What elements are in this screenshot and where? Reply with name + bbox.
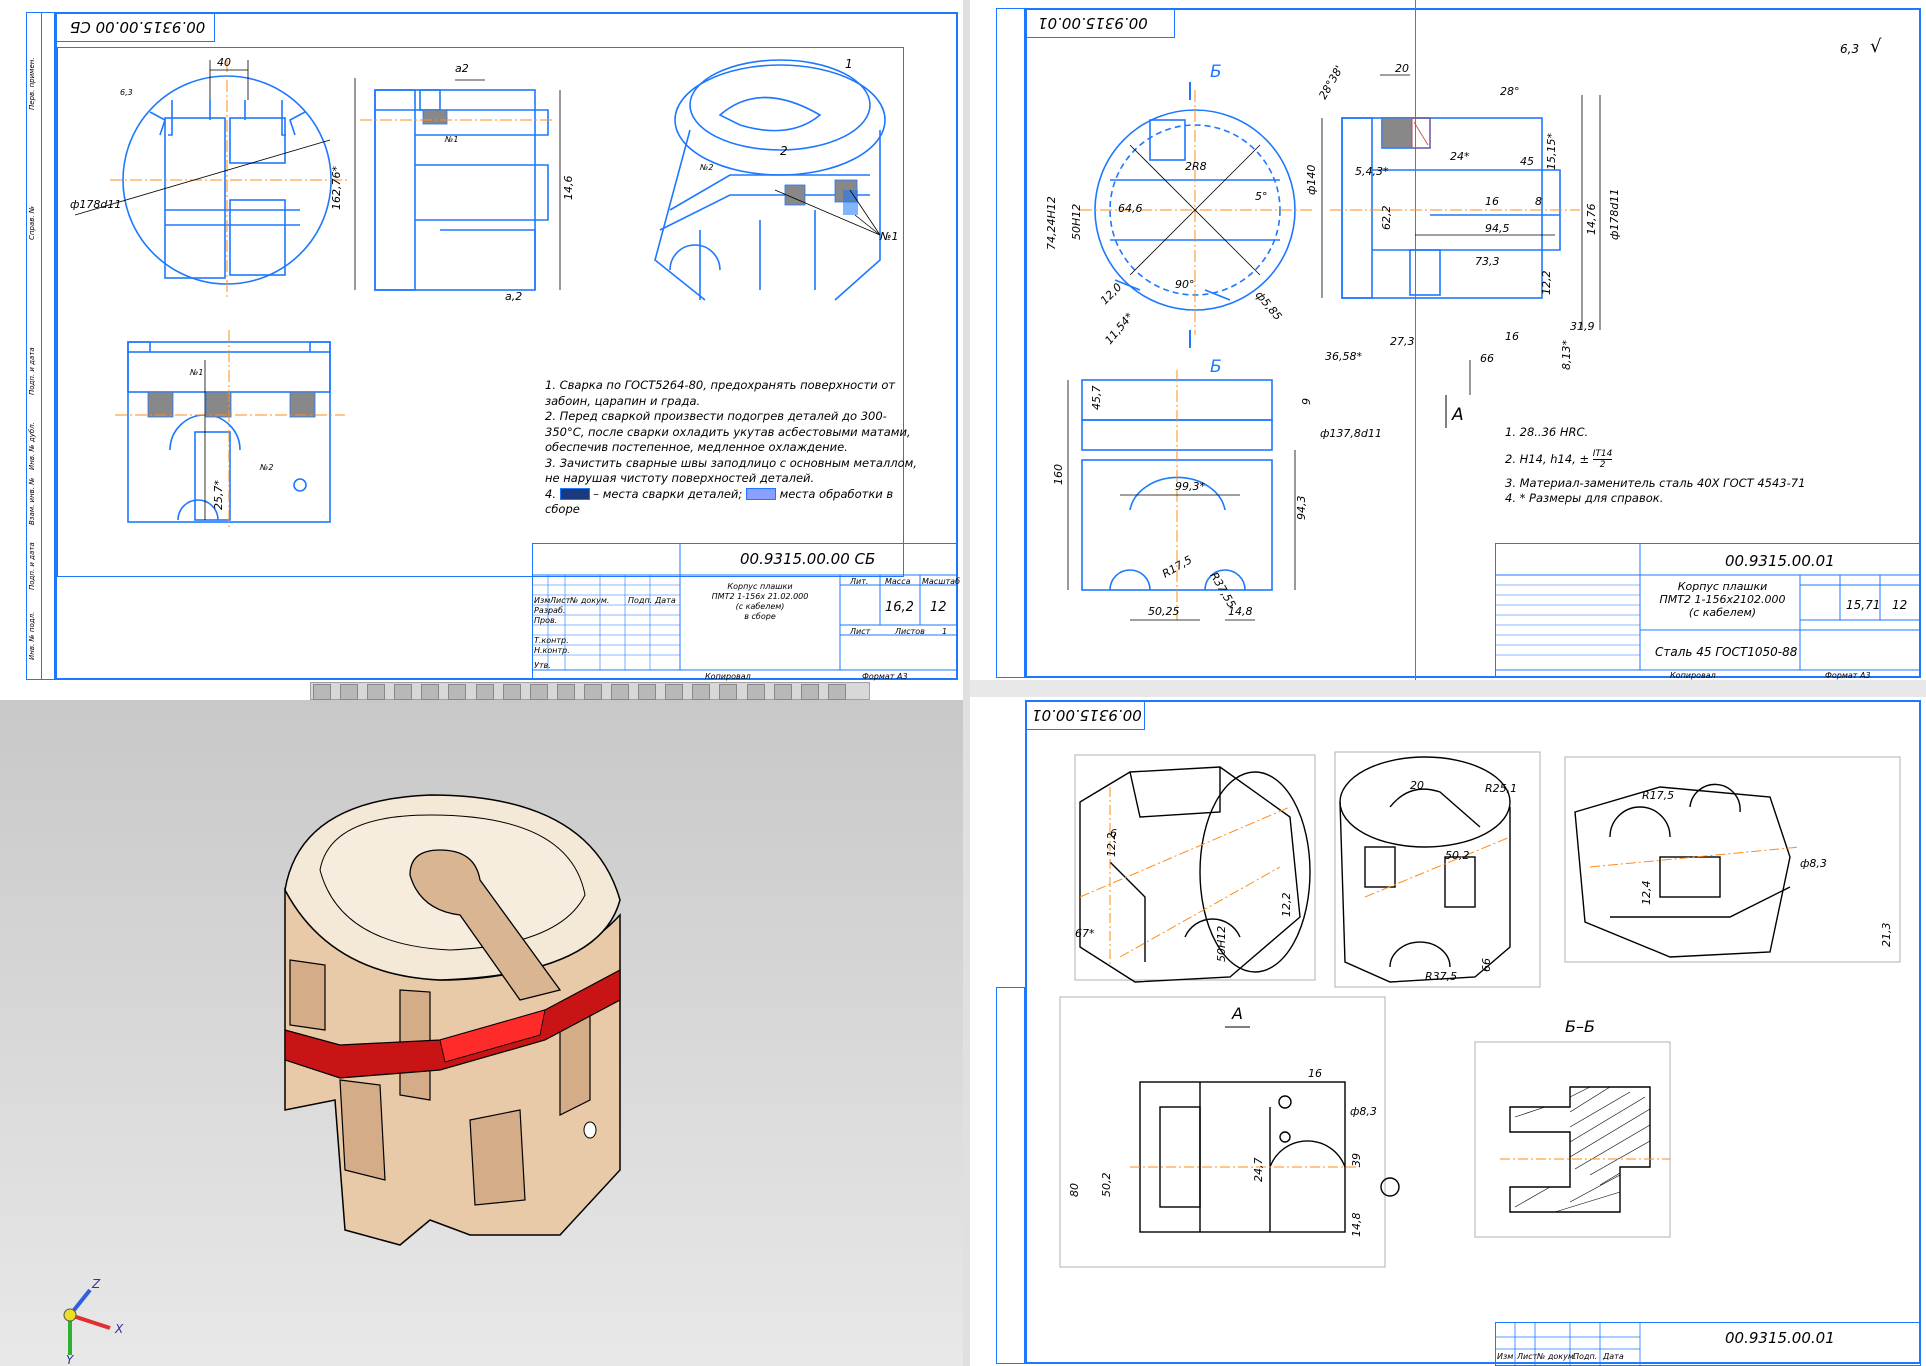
drawing-sheet-part: 00.9315.00.01 6,3 √ 20 28°38' 28° 24* 45…: [970, 0, 1926, 680]
axis-y-label: Y: [66, 1353, 75, 1366]
scale-value: 12: [1892, 598, 1908, 612]
mass-label: Масса: [885, 577, 911, 586]
stamp-row: Дата: [655, 596, 676, 605]
toolbar-button[interactable]: [611, 684, 630, 700]
toolbar-button[interactable]: [719, 684, 738, 700]
drawing-code-stamp: 00.9315.00.01: [1725, 1329, 1835, 1347]
copied-label: Копировал: [705, 672, 751, 681]
pane-divider[interactable]: [963, 0, 970, 1366]
sheets-label: Листов: [895, 627, 925, 636]
part-title: Корпус плашки ПМТ2 1-156х2102.000 (с кабел…: [1659, 580, 1786, 619]
stamp-row: Т.контр.: [534, 636, 569, 645]
stamp-row: Н.контр.: [534, 646, 570, 655]
title-block-grid: [1495, 543, 1921, 671]
stamp-row: Изм: [534, 596, 551, 605]
toolbar-button[interactable]: [692, 684, 711, 700]
stamp-row: Лист: [550, 596, 571, 605]
drawing-sheet-details: 00.9315.00.01 12,2 R25,1 20 50,2 R37,5 6…: [970, 697, 1926, 1366]
toolbar-button[interactable]: [529, 684, 548, 700]
toolbar-button[interactable]: [800, 684, 819, 700]
sheet-label: Лист: [850, 627, 871, 636]
stamp-row: Изм: [1497, 1352, 1514, 1361]
format-label: Формат A3: [1825, 671, 1871, 680]
format-label: Формат A3: [862, 672, 908, 681]
stamp-row: Лист: [1517, 1352, 1538, 1361]
stamp-row: Разраб.: [534, 606, 566, 615]
toolbar-button[interactable]: [475, 684, 494, 700]
drawing-code-stamp: 00.9315.00.01: [1725, 552, 1835, 570]
axis-triad: X Z Y: [63, 1277, 124, 1366]
drawing-sheet-assembly: Перв. примен. Справ. № Подп. и дата Инв.…: [0, 0, 963, 690]
viewport-toolbar[interactable]: [310, 682, 870, 722]
stamp-row: № докум.: [1537, 1352, 1577, 1361]
part-title: Корпус плашки ПМТ2 1-156х 21.02.000 (с ка…: [711, 582, 809, 621]
toolbar-button[interactable]: [340, 684, 359, 700]
toolbar-button[interactable]: [827, 684, 846, 700]
toolbar-button[interactable]: [421, 684, 440, 700]
toolbar-button[interactable]: [502, 684, 521, 700]
scale-label: Масштаб: [922, 577, 961, 586]
stamp-row: Дата: [1603, 1352, 1624, 1361]
toolbar-button[interactable]: [448, 684, 467, 700]
material: Сталь 45 ГОСТ1050-88: [1655, 645, 1798, 659]
3d-viewport[interactable]: X Z Y: [0, 700, 963, 1366]
3d-model[interactable]: X Z Y: [0, 700, 963, 1366]
sheets-value: 1: [942, 627, 948, 636]
stamp-row: № докум.: [570, 596, 610, 605]
pane-divider-h[interactable]: [970, 680, 1926, 697]
toolbar-button[interactable]: [665, 684, 684, 700]
toolbar-button[interactable]: [313, 684, 331, 700]
toolbar-button[interactable]: [638, 684, 657, 700]
toolbar-button[interactable]: [746, 684, 765, 700]
copied-label: Копировал: [1670, 671, 1716, 680]
stamp-row: Подп.: [1573, 1352, 1598, 1361]
toolbar-button[interactable]: [556, 684, 575, 700]
axis-z-label: Z: [91, 1277, 101, 1291]
toolbar-button[interactable]: [394, 684, 413, 700]
stamp-row: Подп.: [628, 596, 653, 605]
lit-label: Лит.: [850, 577, 869, 586]
axis-x-label: X: [114, 1322, 124, 1336]
scale-value: 12: [930, 600, 947, 615]
drawing-code-stamp: 00.9315.00.00 СБ: [740, 550, 876, 568]
title-block-grid: [1495, 1322, 1641, 1366]
toolbar-button[interactable]: [583, 684, 602, 700]
stamp-row: Утв.: [534, 661, 551, 670]
model-hole: [583, 1121, 597, 1139]
mass-value: 16,2: [885, 600, 914, 615]
stamp-row: Пров.: [534, 616, 558, 625]
mass-value: 15,71: [1846, 598, 1881, 612]
toolbar-button[interactable]: [367, 684, 386, 700]
toolbar-button[interactable]: [773, 684, 792, 700]
